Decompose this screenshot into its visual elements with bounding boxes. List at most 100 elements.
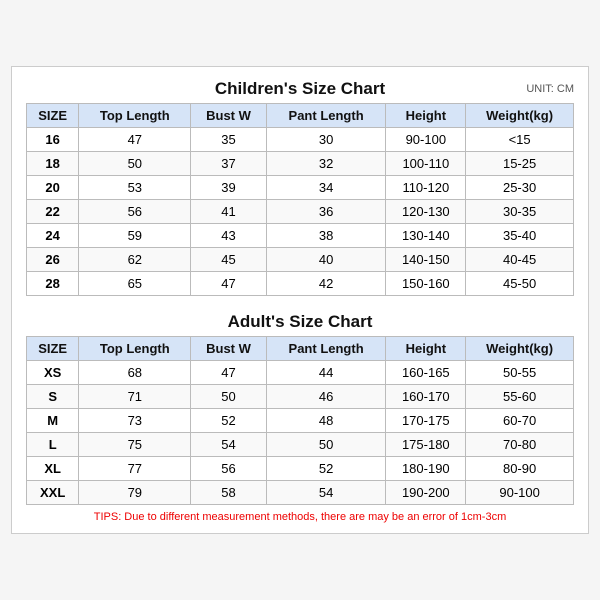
children-cell: 40 — [266, 248, 386, 272]
children-cell: 34 — [266, 176, 386, 200]
children-table-row: 24594338130-14035-40 — [27, 224, 574, 248]
adult-title-row: Adult's Size Chart — [26, 312, 574, 332]
adult-table-row: L755450175-18070-80 — [27, 433, 574, 457]
adult-header-row: SIZE Top Length Bust W Pant Length Heigh… — [27, 337, 574, 361]
adult-cell: 160-165 — [386, 361, 466, 385]
adult-cell: XXL — [27, 481, 79, 505]
adult-cell: 170-175 — [386, 409, 466, 433]
children-table-row: 26624540140-15040-45 — [27, 248, 574, 272]
children-cell: 37 — [191, 152, 266, 176]
adult-cell: 48 — [266, 409, 386, 433]
children-cell: <15 — [466, 128, 574, 152]
adult-col-bust: Bust W — [191, 337, 266, 361]
adult-col-pant: Pant Length — [266, 337, 386, 361]
children-cell: 32 — [266, 152, 386, 176]
adult-cell: 54 — [266, 481, 386, 505]
adult-table-row: XXL795854190-20090-100 — [27, 481, 574, 505]
children-cell: 30-35 — [466, 200, 574, 224]
adult-table-row: S715046160-17055-60 — [27, 385, 574, 409]
adult-cell: 73 — [79, 409, 191, 433]
adult-cell: 180-190 — [386, 457, 466, 481]
children-cell: 150-160 — [386, 272, 466, 296]
adult-cell: 80-90 — [466, 457, 574, 481]
adult-cell: 160-170 — [386, 385, 466, 409]
children-cell: 20 — [27, 176, 79, 200]
adult-table-row: XL775652180-19080-90 — [27, 457, 574, 481]
children-cell: 110-120 — [386, 176, 466, 200]
adult-cell: 175-180 — [386, 433, 466, 457]
children-cell: 140-150 — [386, 248, 466, 272]
children-cell: 45 — [191, 248, 266, 272]
adult-cell: XS — [27, 361, 79, 385]
adult-cell: 50-55 — [466, 361, 574, 385]
children-cell: 35 — [191, 128, 266, 152]
children-cell: 47 — [191, 272, 266, 296]
adult-cell: 60-70 — [466, 409, 574, 433]
adult-cell: 50 — [191, 385, 266, 409]
children-cell: 16 — [27, 128, 79, 152]
adult-cell: 190-200 — [386, 481, 466, 505]
children-col-top-length: Top Length — [79, 104, 191, 128]
children-table: SIZE Top Length Bust W Pant Length Heigh… — [26, 103, 574, 296]
children-col-height: Height — [386, 104, 466, 128]
children-cell: 41 — [191, 200, 266, 224]
tips-text: TIPS: Due to different measurement metho… — [26, 511, 574, 523]
children-cell: 30 — [266, 128, 386, 152]
adult-cell: 71 — [79, 385, 191, 409]
children-cell: 59 — [79, 224, 191, 248]
children-table-row: 18503732100-11015-25 — [27, 152, 574, 176]
children-cell: 100-110 — [386, 152, 466, 176]
adult-col-height: Height — [386, 337, 466, 361]
adult-cell: XL — [27, 457, 79, 481]
unit-label: UNIT: CM — [526, 83, 574, 95]
adult-cell: 47 — [191, 361, 266, 385]
adult-col-size: SIZE — [27, 337, 79, 361]
children-cell: 62 — [79, 248, 191, 272]
adult-col-weight: Weight(kg) — [466, 337, 574, 361]
children-title: Children's Size Chart — [215, 79, 385, 99]
adult-cell: 50 — [266, 433, 386, 457]
children-cell: 39 — [191, 176, 266, 200]
children-title-row: Children's Size Chart UNIT: CM — [26, 79, 574, 99]
adult-cell: 77 — [79, 457, 191, 481]
adult-cell: 52 — [191, 409, 266, 433]
children-col-weight: Weight(kg) — [466, 104, 574, 128]
adult-cell: 58 — [191, 481, 266, 505]
adult-cell: 79 — [79, 481, 191, 505]
children-cell: 43 — [191, 224, 266, 248]
children-cell: 18 — [27, 152, 79, 176]
children-col-size: SIZE — [27, 104, 79, 128]
children-cell: 42 — [266, 272, 386, 296]
adult-cell: 46 — [266, 385, 386, 409]
children-cell: 47 — [79, 128, 191, 152]
adult-cell: 68 — [79, 361, 191, 385]
children-cell: 65 — [79, 272, 191, 296]
children-cell: 53 — [79, 176, 191, 200]
adult-cell: 90-100 — [466, 481, 574, 505]
children-cell: 25-30 — [466, 176, 574, 200]
adult-cell: L — [27, 433, 79, 457]
children-cell: 28 — [27, 272, 79, 296]
children-cell: 22 — [27, 200, 79, 224]
children-col-bust: Bust W — [191, 104, 266, 128]
adult-cell: S — [27, 385, 79, 409]
adult-table-row: XS684744160-16550-55 — [27, 361, 574, 385]
children-cell: 15-25 — [466, 152, 574, 176]
adult-table: SIZE Top Length Bust W Pant Length Heigh… — [26, 336, 574, 505]
children-cell: 35-40 — [466, 224, 574, 248]
adult-cell: 44 — [266, 361, 386, 385]
children-cell: 120-130 — [386, 200, 466, 224]
children-cell: 45-50 — [466, 272, 574, 296]
children-cell: 40-45 — [466, 248, 574, 272]
adult-cell: 55-60 — [466, 385, 574, 409]
children-table-row: 28654742150-16045-50 — [27, 272, 574, 296]
children-cell: 36 — [266, 200, 386, 224]
children-cell: 56 — [79, 200, 191, 224]
children-cell: 50 — [79, 152, 191, 176]
children-header-row: SIZE Top Length Bust W Pant Length Heigh… — [27, 104, 574, 128]
children-cell: 24 — [27, 224, 79, 248]
adult-cell: M — [27, 409, 79, 433]
adult-title: Adult's Size Chart — [228, 312, 373, 332]
adult-cell: 52 — [266, 457, 386, 481]
adult-table-row: M735248170-17560-70 — [27, 409, 574, 433]
